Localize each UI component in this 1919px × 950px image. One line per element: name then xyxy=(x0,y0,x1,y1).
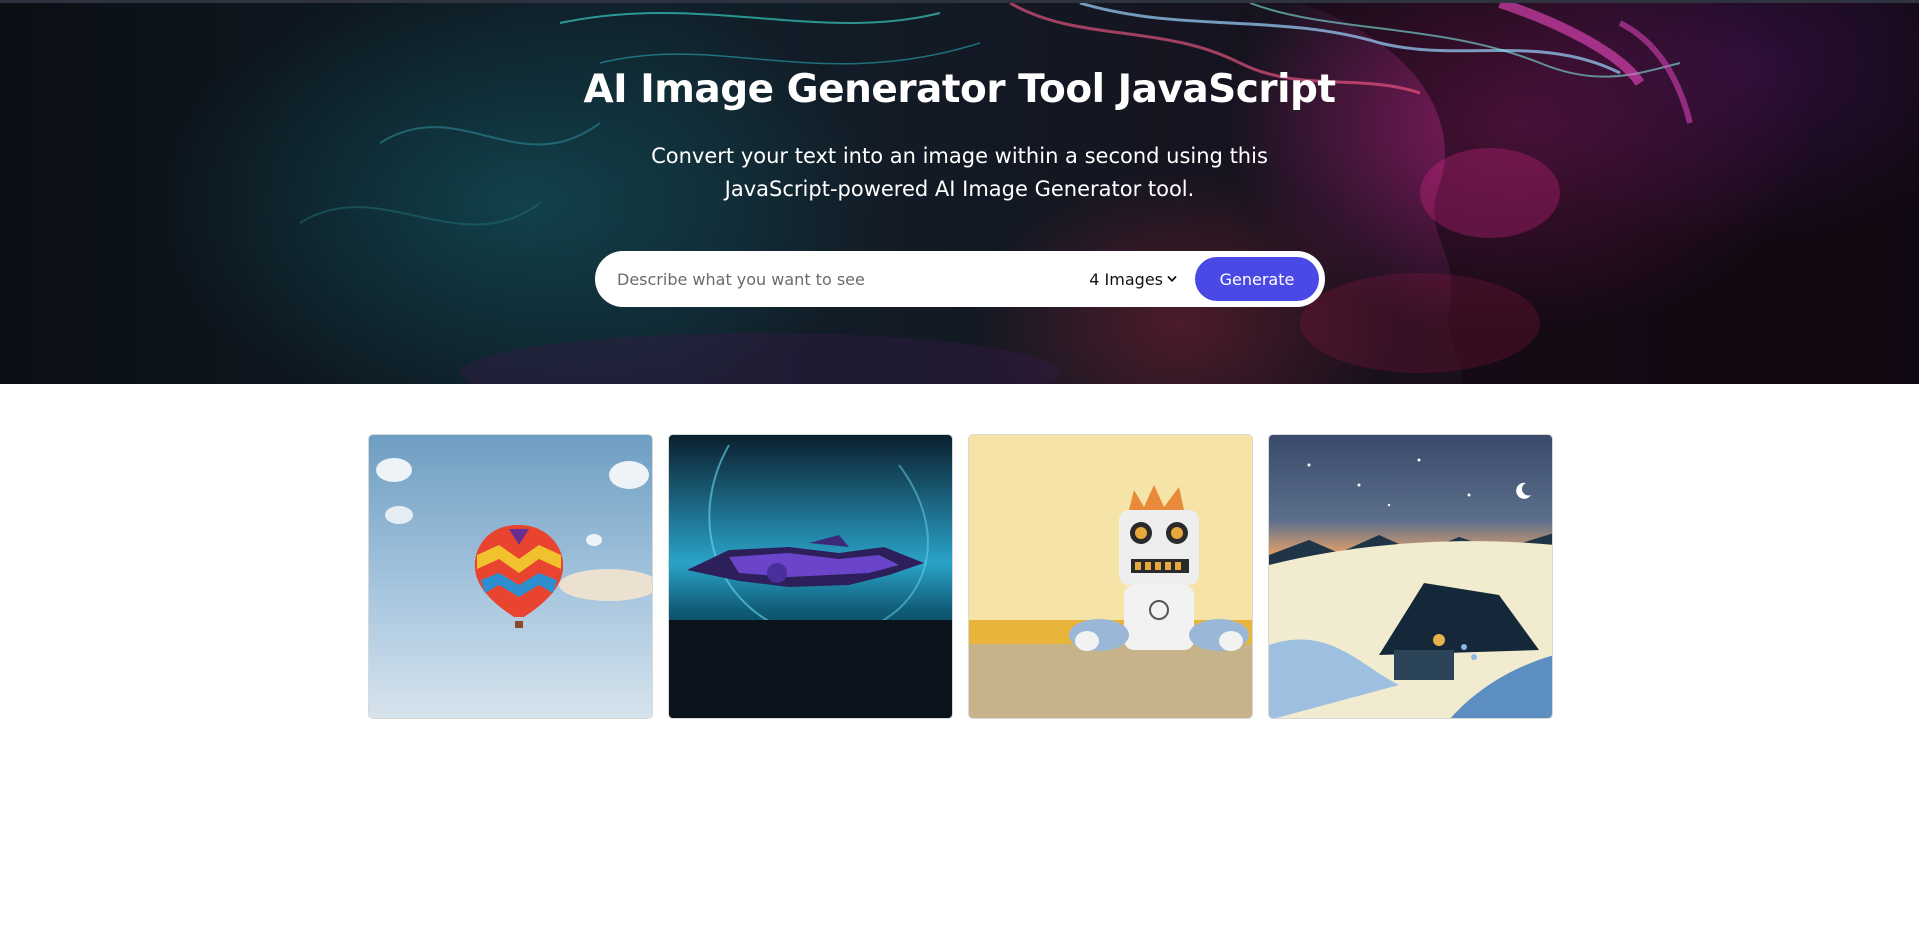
subtitle-line-1: Convert your text into an image within a… xyxy=(651,144,1268,168)
gallery-image-card[interactable] xyxy=(368,434,653,719)
hot-air-balloon-image xyxy=(369,435,652,718)
generate-form: 4 Images Generate xyxy=(595,251,1325,307)
spaceship-image xyxy=(669,435,952,718)
chevron-down-icon xyxy=(1167,276,1177,282)
image-gallery xyxy=(368,434,1553,719)
page-title: AI Image Generator Tool JavaScript xyxy=(583,67,1336,112)
gallery-image-card[interactable] xyxy=(968,434,1253,719)
gallery-image-card[interactable] xyxy=(668,434,953,719)
snowy-cabin-image xyxy=(1269,435,1552,718)
page-subtitle: Convert your text into an image within a… xyxy=(0,140,1919,206)
robot-plush-image xyxy=(969,435,1252,718)
image-count-select[interactable]: 4 Images xyxy=(1089,270,1177,289)
hero-banner: AI Image Generator Tool JavaScript Conve… xyxy=(0,3,1919,384)
gallery-image-card[interactable] xyxy=(1268,434,1553,719)
image-count-value: 4 Images xyxy=(1089,269,1163,289)
prompt-input[interactable] xyxy=(617,259,1057,299)
generate-button[interactable]: Generate xyxy=(1195,257,1319,301)
subtitle-line-2: JavaScript-powered AI Image Generator to… xyxy=(724,177,1195,201)
